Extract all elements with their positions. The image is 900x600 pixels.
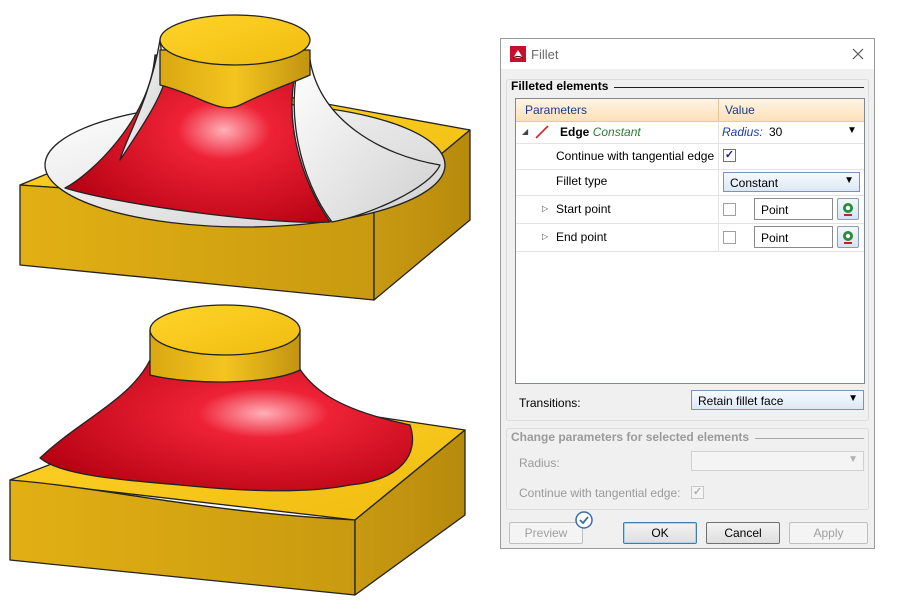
pick-point-icon [843, 203, 853, 216]
edge-fillet-icon [535, 125, 549, 139]
ok-button[interactable]: OK [623, 522, 697, 544]
change-parameters-section-title: Change parameters for selected elements [511, 430, 864, 444]
collapse-triangle-icon[interactable]: ◢ [522, 127, 528, 136]
dialog-title: Fillet [531, 47, 559, 62]
close-icon[interactable] [849, 45, 867, 63]
end-point-field[interactable]: Point [754, 226, 833, 248]
end-point-label: End point [556, 230, 607, 244]
grid-header: Parameters Value [516, 99, 864, 122]
chevron-down-icon: ▼ [848, 454, 858, 465]
expand-triangle-icon[interactable]: ▷ [542, 232, 548, 241]
tangential-checkbox[interactable]: ✓ [723, 149, 736, 162]
start-point-field[interactable]: Point [754, 198, 833, 220]
chevron-down-icon: ▼ [844, 175, 854, 186]
end-point-checkbox[interactable] [723, 231, 736, 244]
preview-button[interactable]: Preview [509, 522, 583, 544]
edge-label: Edge [560, 125, 590, 139]
title-bar: Fillet [501, 39, 874, 69]
radius-value-label: Radius: [722, 125, 763, 139]
apply-button[interactable]: Apply [789, 522, 868, 544]
fillet-type-select[interactable]: Constant ▼ [723, 172, 860, 192]
grid-row-edge[interactable]: ◢ Edge Constant Radius: 30 ▼ [516, 121, 864, 144]
bottom-model [9, 304, 466, 596]
tangential-edge-label: Continue with tangential edge: [519, 486, 681, 500]
chevron-down-icon: ▼ [848, 393, 858, 404]
start-point-checkbox[interactable] [723, 203, 736, 216]
col-parameters-header: Parameters [525, 103, 588, 117]
check-badge-icon [575, 511, 593, 529]
grid-row-tangential: Continue with tangential edge ✓ [516, 143, 864, 170]
model-viewport [9, 14, 471, 596]
tangential-edge-checkbox[interactable]: ✓ [691, 486, 704, 499]
grid-row-end-point: ▷ End point Point [516, 223, 864, 252]
fillet-type-label: Fillet type [556, 174, 608, 188]
grid-row-fillet-type: Fillet type Constant ▼ [516, 169, 864, 196]
cancel-button[interactable]: Cancel [706, 522, 780, 544]
radius-value[interactable]: 30 [769, 125, 782, 139]
col-value-header: Value [725, 103, 755, 117]
radius-label: Radius: [519, 456, 560, 470]
parameters-grid: Parameters Value ◢ Edge Constant Radius:… [515, 98, 865, 384]
filleted-section-title: Filleted elements [511, 79, 864, 93]
fillet-dialog: Fillet Filleted elements Parameters Valu… [500, 38, 875, 549]
radius-select[interactable]: ▼ [691, 451, 864, 471]
end-point-pick-button[interactable] [837, 226, 859, 248]
expand-triangle-icon[interactable]: ▷ [542, 204, 548, 213]
edge-mode: Constant [592, 125, 641, 139]
start-point-label: Start point [556, 202, 611, 216]
radius-dropdown-arrow-icon[interactable]: ▼ [847, 125, 857, 136]
column-divider[interactable] [718, 99, 719, 121]
transitions-select[interactable]: Retain fillet face ▼ [691, 390, 864, 410]
tangential-label: Continue with tangential edge [556, 149, 715, 163]
fillet-app-icon [510, 46, 526, 62]
pick-point-icon [843, 231, 853, 244]
grid-row-start-point: ▷ Start point Point [516, 195, 864, 224]
start-point-pick-button[interactable] [837, 198, 859, 220]
transitions-label: Transitions: [519, 396, 581, 410]
top-model [19, 14, 471, 301]
